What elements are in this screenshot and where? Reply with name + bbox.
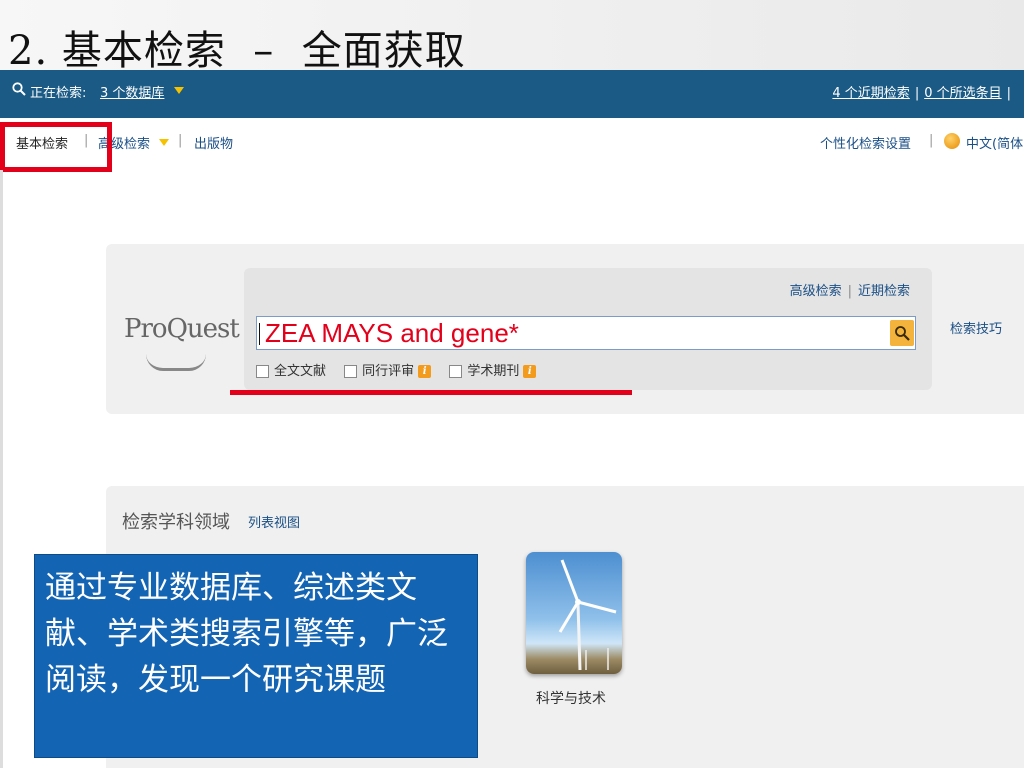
selected-items-link[interactable]: 0 个所选条目 bbox=[924, 86, 1001, 101]
list-view-link[interactable]: 列表视图 bbox=[248, 512, 300, 531]
callout-text: 通过专业数据库、综述类文献、学术类搜索引擎等，广泛阅读，发现一个研究课题 bbox=[45, 570, 448, 698]
secondary-nav: 基本检索 | 高级检索 | 出版物 个性化检索设置 | 中文(简体 bbox=[16, 133, 1024, 152]
checkbox[interactable] bbox=[344, 365, 358, 378]
filter-full-text[interactable]: 全文文献 bbox=[256, 364, 326, 379]
top-bar: 正在检索: 3 个数据库 4 个近期检索 | 0 个所选条目 | bbox=[0, 70, 1024, 118]
topbar-right: 4 个近期检索 | 0 个所选条目 | bbox=[832, 86, 1011, 101]
advanced-search-link[interactable]: 高级检索 bbox=[790, 284, 842, 299]
tab-publications[interactable]: 出版物 bbox=[194, 133, 233, 152]
magnifier-icon bbox=[895, 326, 910, 341]
globe-icon bbox=[944, 133, 960, 149]
search-input[interactable] bbox=[256, 316, 916, 350]
databases-link[interactable]: 3 个数据库 bbox=[100, 82, 164, 101]
chevron-down-icon[interactable] bbox=[174, 87, 184, 94]
checkbox[interactable] bbox=[256, 365, 269, 378]
recent-searches-link-inner[interactable]: 近期检索 bbox=[858, 284, 910, 299]
subject-tile-label[interactable]: 科学与技术 bbox=[536, 688, 606, 708]
subject-tile-science-tech[interactable] bbox=[526, 552, 622, 674]
chevron-down-icon[interactable] bbox=[159, 139, 169, 146]
text-cursor bbox=[259, 323, 260, 345]
info-icon[interactable]: i bbox=[418, 365, 432, 378]
filter-row: 全文文献 同行评审 i 学术期刊 i bbox=[256, 360, 550, 379]
checkbox[interactable] bbox=[449, 365, 463, 378]
info-icon[interactable]: i bbox=[523, 365, 537, 378]
search-panel: ProQuest 高级检索|近期检索 全文文献 同行评审i 学术期刊i 检索技巧 bbox=[106, 244, 1024, 414]
searching-label: 正在检索: bbox=[30, 86, 87, 101]
highlight-box bbox=[0, 122, 112, 172]
search-tips-link[interactable]: 检索技巧 bbox=[950, 318, 1002, 337]
search-button[interactable] bbox=[890, 320, 914, 346]
recent-searches-link[interactable]: 4 个近期检索 bbox=[832, 86, 909, 101]
subject-title: 检索学科领域 bbox=[122, 512, 230, 533]
search-icon bbox=[12, 82, 26, 96]
divider bbox=[0, 170, 3, 768]
proquest-logo: ProQuest bbox=[124, 314, 240, 344]
search-links: 高级检索 | 近期检索 bbox=[789, 284, 910, 299]
highlight-underline bbox=[230, 390, 632, 395]
logo-swoosh bbox=[146, 354, 206, 371]
slide-title-bar: 2. 基本检索 – 全面获取 bbox=[0, 0, 1024, 74]
language-select[interactable]: 中文(简体 bbox=[966, 133, 1023, 152]
filter-scholarly-journals[interactable]: 学术期刊 i bbox=[449, 364, 537, 379]
filter-peer-reviewed[interactable]: 同行评审 i bbox=[344, 364, 432, 379]
slide-title: 2. 基本检索 – 全面获取 bbox=[8, 28, 466, 74]
search-settings-link[interactable]: 个性化检索设置 bbox=[820, 133, 911, 152]
callout-box: 通过专业数据库、综述类文献、学术类搜索引擎等，广泛阅读，发现一个研究课题 bbox=[34, 554, 478, 758]
search-box-container: 高级检索|近期检索 全文文献 同行评审i 学术期刊i bbox=[244, 268, 932, 390]
wind-turbine-image bbox=[558, 559, 617, 671]
